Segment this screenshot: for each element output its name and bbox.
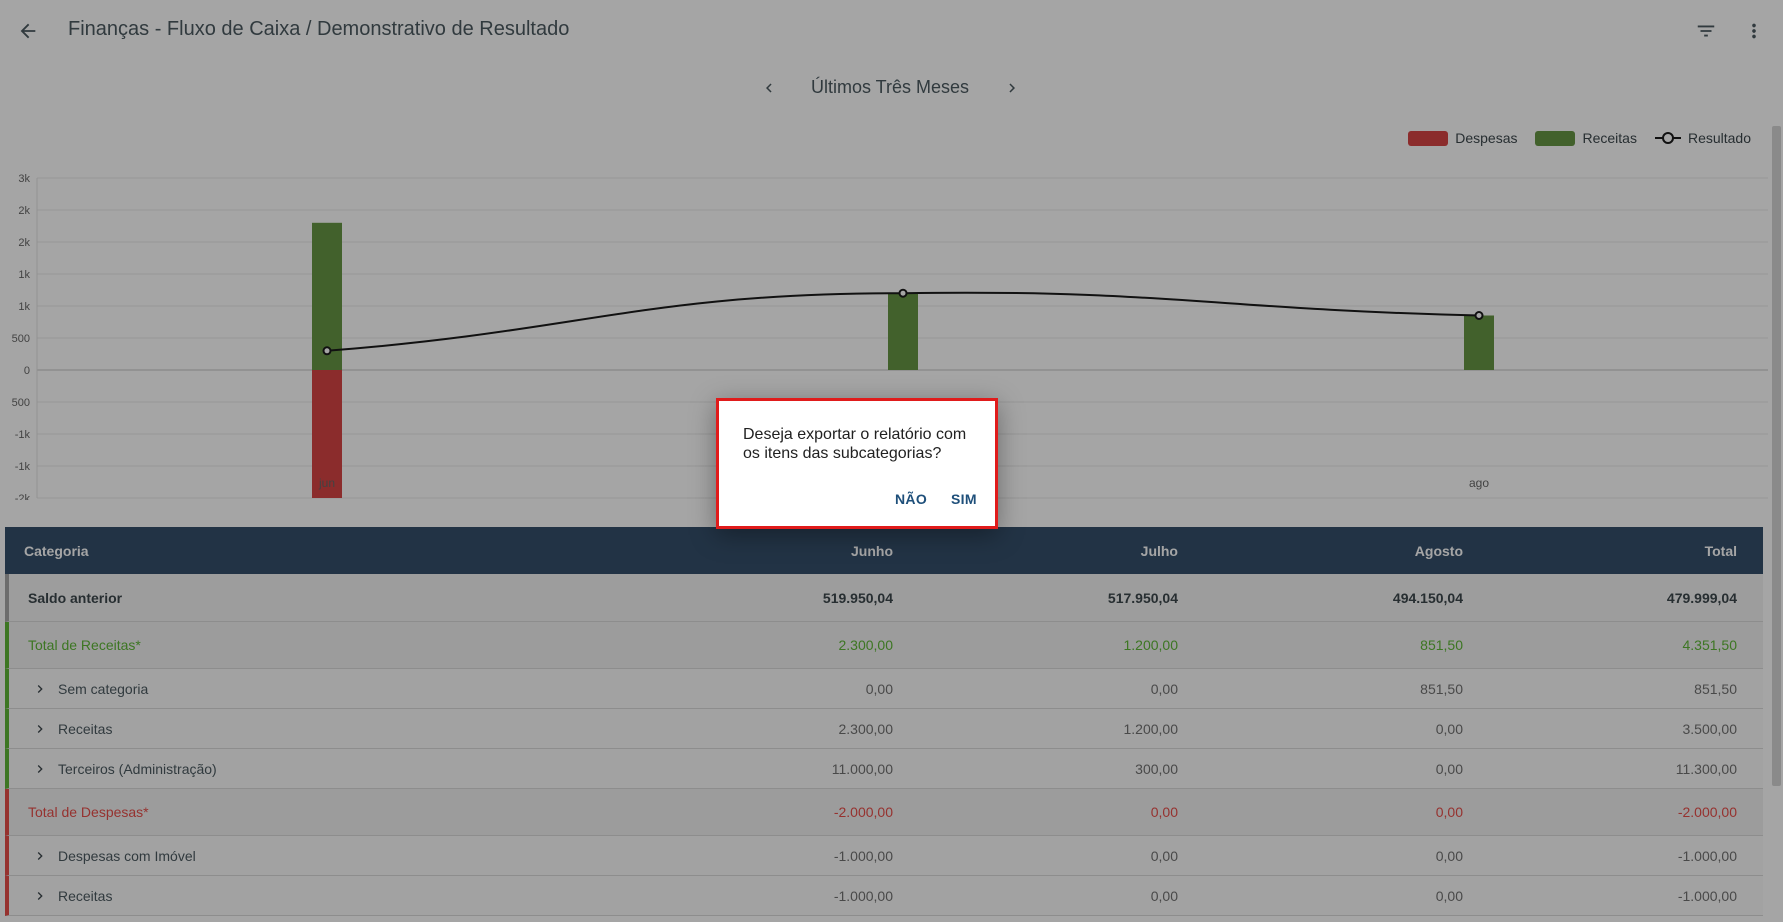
dialog-message: Deseja exportar o relatório com os itens…: [743, 426, 967, 462]
export-confirm-dialog: Deseja exportar o relatório com os itens…: [716, 398, 998, 529]
page-scrollbar[interactable]: [1772, 126, 1781, 786]
dialog-no-button[interactable]: NÃO: [895, 491, 927, 507]
dialog-yes-button[interactable]: SIM: [951, 491, 977, 507]
